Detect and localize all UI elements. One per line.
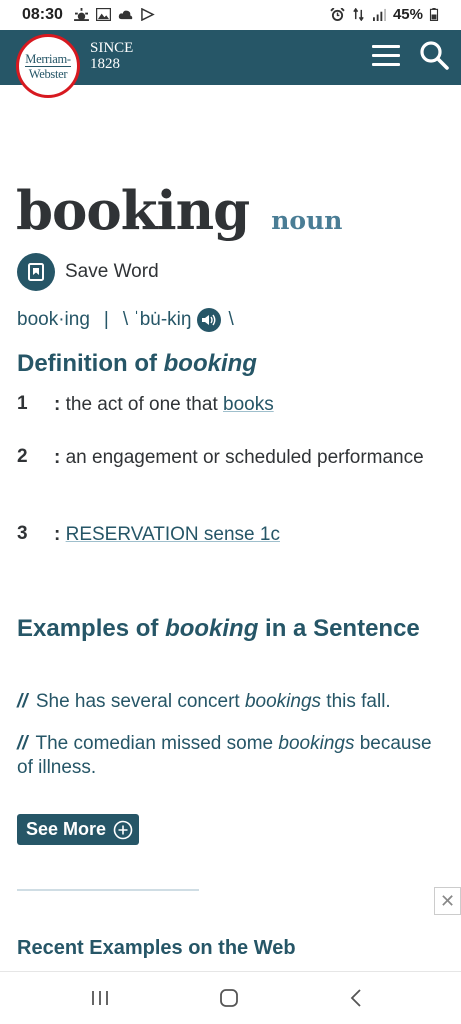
- examples-heading: Examples of booking in a Sentence: [17, 615, 420, 642]
- back-icon[interactable]: [349, 988, 363, 1008]
- sense-number: 1: [17, 393, 28, 414]
- example-marker: //: [17, 733, 28, 754]
- sense-number: 2: [17, 446, 28, 467]
- sense-text: : RESERVATION sense 1c: [54, 524, 280, 545]
- sense-text: : the act of one that books: [54, 394, 274, 415]
- alarm-icon: [330, 8, 345, 21]
- hamburger-menu-icon[interactable]: [372, 45, 400, 69]
- example-sentence-2: // The comedian missed some bookings bec…: [17, 733, 432, 778]
- status-right: 45%: [330, 6, 439, 23]
- battery-icon: [429, 8, 439, 21]
- sense-1: 1 : the act of one that books: [17, 393, 457, 417]
- sense-2: 2 : an engagement or scheduled performan…: [17, 446, 457, 494]
- syllabification: book·ing: [17, 309, 90, 330]
- plus-circle-icon: [113, 820, 133, 839]
- play-store-icon: [141, 8, 155, 21]
- pronunciation-row: book·ing | \ ˈbu̇-kiŋ \: [17, 308, 234, 332]
- see-more-label[interactable]: See More: [26, 819, 106, 840]
- merriam-webster-logo[interactable]: Merriam- Webster: [16, 34, 80, 98]
- ad-close-icon[interactable]: ✕: [434, 887, 461, 915]
- cloud-icon: [118, 10, 133, 20]
- signal-icon: [372, 8, 386, 21]
- since-1828: SINCE 1828: [90, 40, 133, 72]
- recent-apps-icon[interactable]: [91, 989, 109, 1007]
- battery-percent: 45%: [392, 6, 423, 23]
- weather-icon: [74, 8, 89, 21]
- link-books[interactable]: books: [223, 394, 274, 415]
- system-nav-bar: [0, 971, 461, 1024]
- part-of-speech[interactable]: noun: [271, 206, 342, 235]
- home-icon[interactable]: [219, 988, 239, 1008]
- pronunciation: \ ˈbu̇-kiŋ: [122, 309, 192, 330]
- logo-text-line2: Webster: [28, 66, 68, 81]
- link-reservation[interactable]: RESERVATION sense 1c: [66, 524, 280, 545]
- bookmark-icon[interactable]: [17, 253, 55, 291]
- definition-heading-word: booking: [163, 350, 257, 377]
- sense-number: 3: [17, 523, 28, 544]
- logo-text-line1: Merriam-: [25, 51, 71, 67]
- since-year: 1828: [90, 56, 120, 72]
- headword-row: booking noun: [16, 180, 342, 242]
- save-word-label[interactable]: Save Word: [65, 261, 159, 283]
- status-left-icons: [74, 8, 155, 21]
- see-more-button[interactable]: See More: [17, 814, 140, 845]
- example-marker: //: [17, 691, 28, 712]
- gallery-icon: [96, 8, 111, 21]
- data-icon: [353, 8, 364, 21]
- audio-speaker-icon[interactable]: [197, 308, 222, 332]
- separator: |: [103, 309, 109, 330]
- search-icon[interactable]: [419, 40, 449, 70]
- status-time: 08:30: [22, 6, 63, 23]
- recent-examples-heading: Recent Examples on the Web: [17, 937, 296, 959]
- since-label: SINCE: [90, 40, 134, 56]
- sense-text: : an engagement or scheduled performance: [54, 447, 424, 468]
- example-sentence-1: // She has several concert bookings this…: [17, 691, 391, 712]
- definition-heading-prefix: Definition of: [17, 350, 164, 377]
- site-header: Merriam- Webster SINCE 1828: [0, 30, 461, 98]
- sense-3: 3 : RESERVATION sense 1c: [17, 523, 457, 547]
- section-divider: [17, 889, 199, 891]
- status-bar: 08:30 45%: [0, 0, 461, 30]
- save-word-button[interactable]: Save Word: [17, 253, 159, 291]
- headword: booking: [16, 180, 250, 242]
- pronunciation-close: \: [228, 309, 234, 330]
- definition-heading: Definition of booking: [17, 350, 257, 378]
